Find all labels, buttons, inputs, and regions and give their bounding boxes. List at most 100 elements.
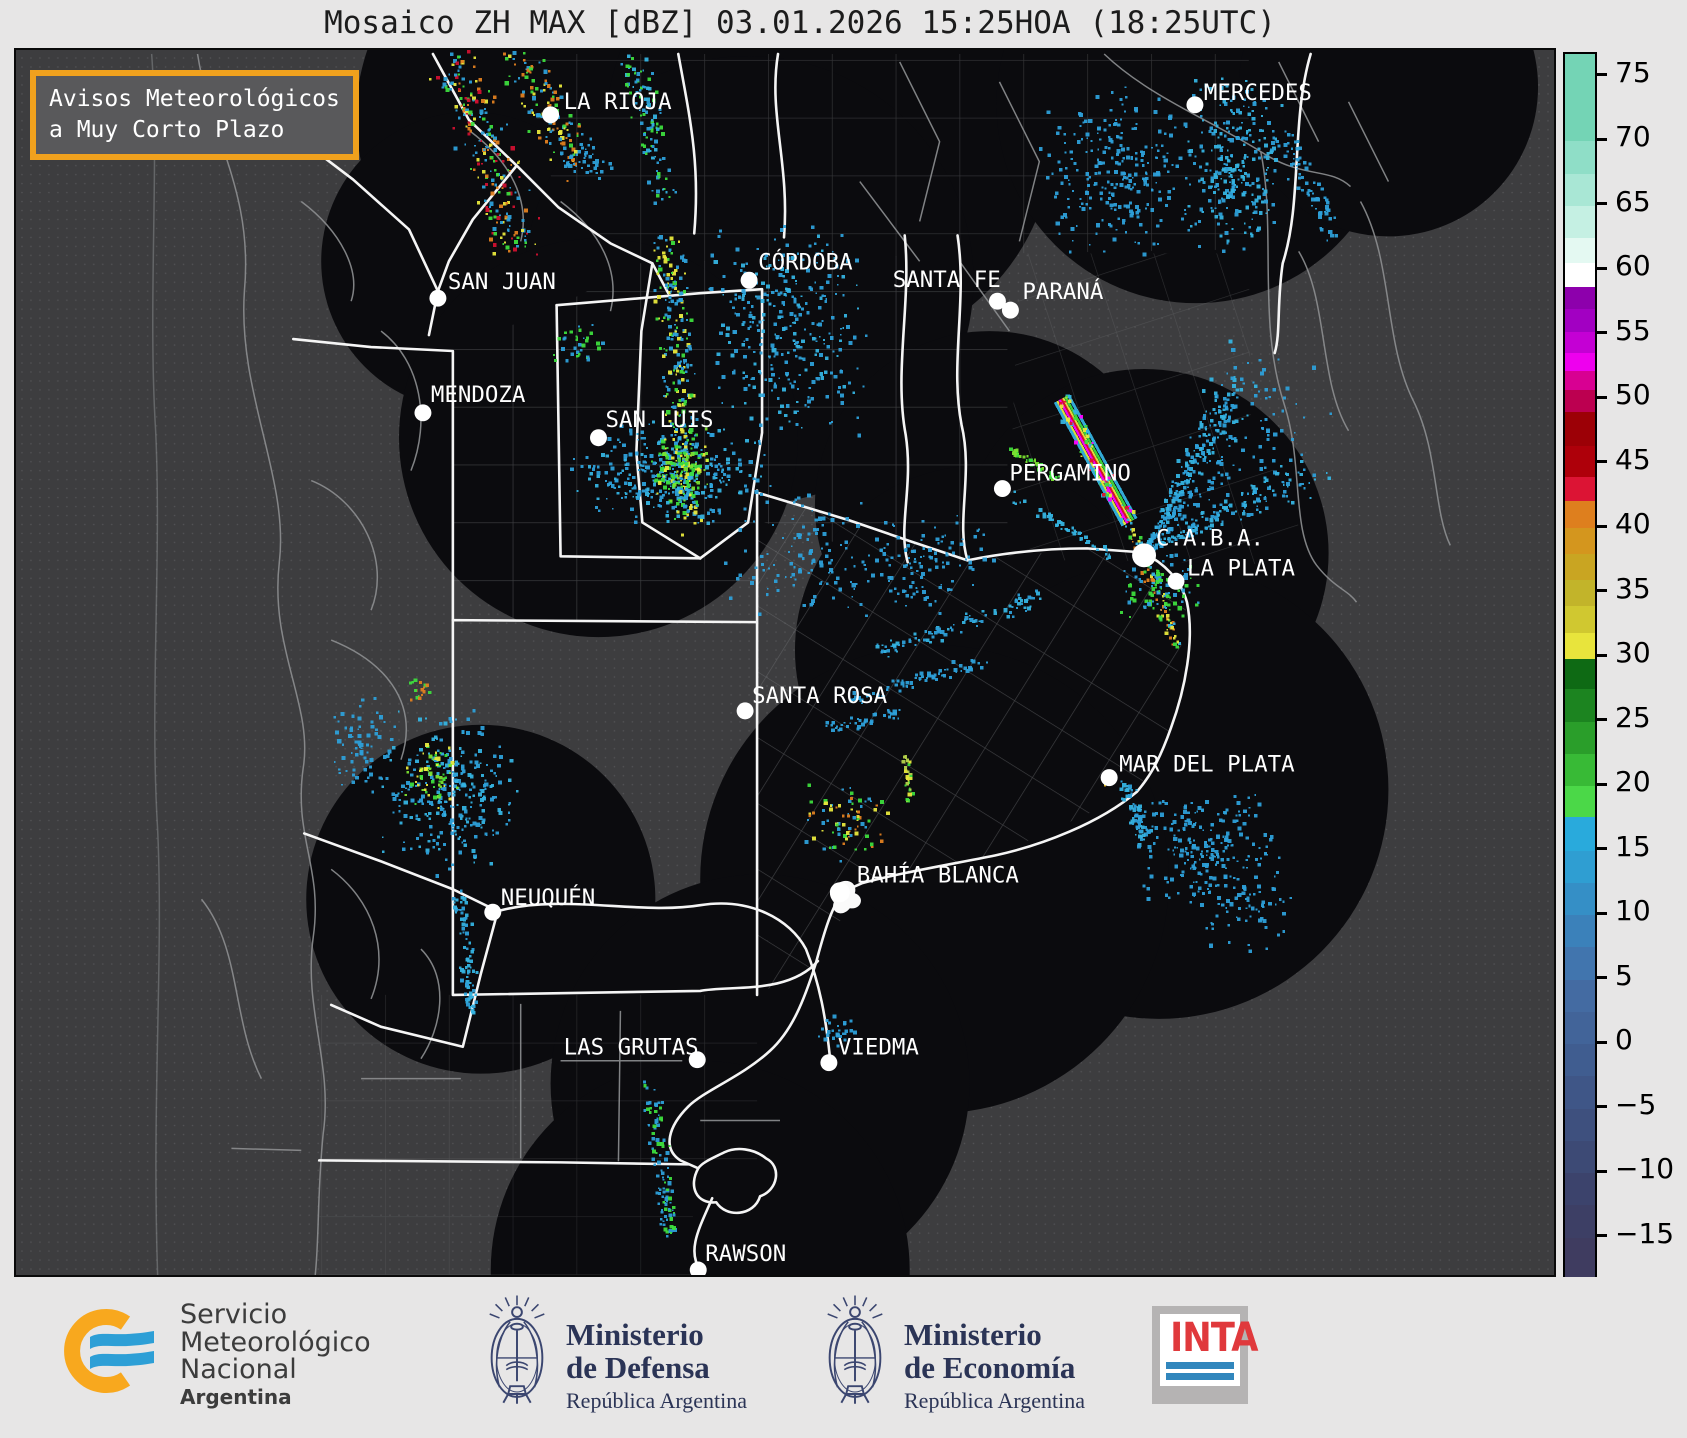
colorbar-segment bbox=[1565, 332, 1595, 353]
city-label-santa-rosa: SANTA ROSA bbox=[752, 683, 888, 709]
colorbar-tick-label: −10 bbox=[1615, 1151, 1675, 1185]
city-dot-san-luis bbox=[590, 429, 607, 447]
colorbar-segment bbox=[1565, 1140, 1595, 1174]
colorbar-segment bbox=[1565, 309, 1595, 333]
city-dot-paran- bbox=[1001, 301, 1019, 319]
colorbar-segment bbox=[1565, 205, 1595, 239]
coat-of-arms-economia-icon bbox=[827, 1295, 883, 1404]
colorbar-segment bbox=[1565, 1205, 1595, 1238]
colorbar-segment bbox=[1565, 262, 1595, 288]
defensa-line-1: Ministerio bbox=[566, 1317, 704, 1352]
colorbar-segment bbox=[1565, 54, 1595, 142]
colorbar-segment bbox=[1565, 658, 1595, 690]
colorbar-segment bbox=[1565, 554, 1595, 580]
city-label-neuqu-n: NEUQUÉN bbox=[501, 883, 596, 911]
colorbar-tick-label: 70 bbox=[1615, 120, 1651, 154]
city-label-mendoza: MENDOZA bbox=[431, 382, 526, 408]
colorbar-tick-label: 65 bbox=[1615, 184, 1651, 218]
inta-logo-panel: INTA bbox=[1160, 1314, 1259, 1386]
city-label-las-grutas: LAS GRUTAS bbox=[564, 1035, 699, 1061]
colorbar-tick-label: 40 bbox=[1615, 507, 1651, 541]
inta-wordmark: INTA bbox=[1170, 1315, 1258, 1361]
colorbar-segment bbox=[1565, 605, 1595, 633]
city-label-mercedes: MERCEDES bbox=[1204, 80, 1312, 106]
alert-line-1: Avisos Meteorológicos bbox=[49, 86, 340, 112]
colorbar-segment bbox=[1565, 1108, 1595, 1141]
city-label-rawson: RAWSON bbox=[705, 1241, 786, 1267]
colorbar-tick-label: 75 bbox=[1615, 55, 1651, 89]
smn-wordmark: Servicio Meteorológico Nacional Argentin… bbox=[180, 1301, 371, 1407]
footer: Servicio Meteorológico Nacional Argentin… bbox=[0, 1277, 1687, 1438]
ministry-economia-wordmark: Ministerio de Economía República Argenti… bbox=[904, 1317, 1086, 1414]
city-label-mar-del-plata: MAR DEL PLATA bbox=[1119, 752, 1295, 778]
colorbar-segment bbox=[1565, 753, 1595, 787]
colorbar-segment bbox=[1565, 850, 1595, 883]
city-label-paran-: PARANÁ bbox=[1022, 277, 1104, 305]
colorbar-segment bbox=[1565, 632, 1595, 659]
colorbar-segment bbox=[1565, 528, 1595, 555]
economia-line-1: Ministerio bbox=[904, 1317, 1042, 1352]
colorbar-segment bbox=[1565, 445, 1595, 477]
colorbar-segment bbox=[1565, 370, 1595, 391]
colorbar-segment bbox=[1565, 1076, 1595, 1109]
colorbar-segment bbox=[1565, 689, 1595, 722]
inta-logo: INTA bbox=[1152, 1306, 1259, 1404]
colorbar-segment bbox=[1565, 979, 1595, 1012]
colorbar-segment bbox=[1565, 882, 1595, 916]
map: LA RIOJA MERCEDES SAN JUAN CÓRDOBA SANTA FE P… bbox=[14, 48, 1556, 1277]
city-label-pergamino: PERGAMINO bbox=[1009, 461, 1131, 487]
coat-of-arms-defensa-icon bbox=[489, 1295, 545, 1404]
colorbar-segment bbox=[1565, 501, 1595, 529]
colorbar-tick-label: 25 bbox=[1615, 700, 1651, 734]
colorbar-tick-label: 35 bbox=[1615, 571, 1651, 605]
colorbar-segment bbox=[1565, 476, 1595, 502]
colorbar-segment bbox=[1565, 947, 1595, 980]
colorbar-segment bbox=[1565, 412, 1595, 446]
city-dot-c-a-b-a- bbox=[1132, 543, 1157, 568]
city-label-san-juan: SAN JUAN bbox=[448, 269, 556, 295]
colorbar-tick-label: −5 bbox=[1615, 1087, 1657, 1121]
city-dot-la-plata bbox=[1167, 572, 1185, 590]
defensa-line-2: de Defensa bbox=[566, 1349, 710, 1385]
colorbar-segment bbox=[1565, 1011, 1595, 1045]
city-label-c-rdoba: CÓRDOBA bbox=[758, 247, 853, 275]
colorbar-segment bbox=[1565, 721, 1595, 754]
city-dot-bah-a-blanca bbox=[829, 882, 850, 903]
colorbar-tick-label: 0 bbox=[1615, 1022, 1633, 1056]
colorbar-segment bbox=[1565, 141, 1595, 174]
colorbar-segment bbox=[1565, 1237, 1595, 1279]
map-svg: LA RIOJA MERCEDES SAN JUAN CÓRDOBA SANTA FE P… bbox=[16, 50, 1554, 1275]
colorbar-tick-label: 30 bbox=[1615, 636, 1651, 670]
smn-country: Argentina bbox=[180, 1384, 292, 1409]
inta-stripe-2 bbox=[1166, 1373, 1234, 1380]
city-label-viedma: VIEDMA bbox=[838, 1035, 920, 1061]
radar-mosaic-screen: Mosaico ZH MAX [dBZ] 03.01.2026 15:25HOA… bbox=[0, 0, 1687, 1438]
city-dot-la-rioja bbox=[542, 106, 560, 124]
economia-subtitle: República Argentina bbox=[904, 1388, 1086, 1414]
colorbar-segment bbox=[1565, 173, 1595, 206]
alert-line-2: a Muy Corto Plazo bbox=[49, 117, 285, 144]
short-term-warnings-banner[interactable]: Avisos Meteorológicos a Muy Corto Plazo bbox=[30, 70, 359, 161]
colorbar-segment bbox=[1565, 238, 1595, 263]
colorbar-segment bbox=[1565, 915, 1595, 948]
smn-line-2: Meteorológico bbox=[180, 1326, 371, 1358]
smn-line-1: Servicio bbox=[180, 1299, 288, 1330]
colorbar-segment bbox=[1565, 390, 1595, 413]
colorbar-tick-label: 5 bbox=[1615, 958, 1633, 992]
colorbar-segment bbox=[1565, 579, 1595, 606]
city-label-c-a-b-a-: C.A.B.A. bbox=[1156, 525, 1264, 551]
city-label-la-plata: LA PLATA bbox=[1187, 555, 1296, 581]
colorbar-tick-label: 20 bbox=[1615, 765, 1651, 799]
page-title: Mosaico ZH MAX [dBZ] 03.01.2026 15:25HOA… bbox=[324, 5, 1276, 41]
city-dot-pergamino bbox=[993, 480, 1011, 498]
colorbar-segment bbox=[1565, 1044, 1595, 1077]
city-label-bah-a-blanca: BAHÍA BLANCA bbox=[857, 860, 1020, 888]
colorbar-segment bbox=[1565, 786, 1595, 818]
colorbar-segment bbox=[1565, 287, 1595, 310]
colorbar-tick-label: 45 bbox=[1615, 442, 1651, 476]
colorbar-tick-label: 55 bbox=[1615, 313, 1651, 347]
city-dot-san-juan bbox=[429, 289, 447, 307]
defensa-subtitle: República Argentina bbox=[566, 1388, 748, 1414]
city-label-santa-fe: SANTA FE bbox=[893, 267, 1001, 293]
city-dot-c-rdoba bbox=[740, 271, 758, 289]
